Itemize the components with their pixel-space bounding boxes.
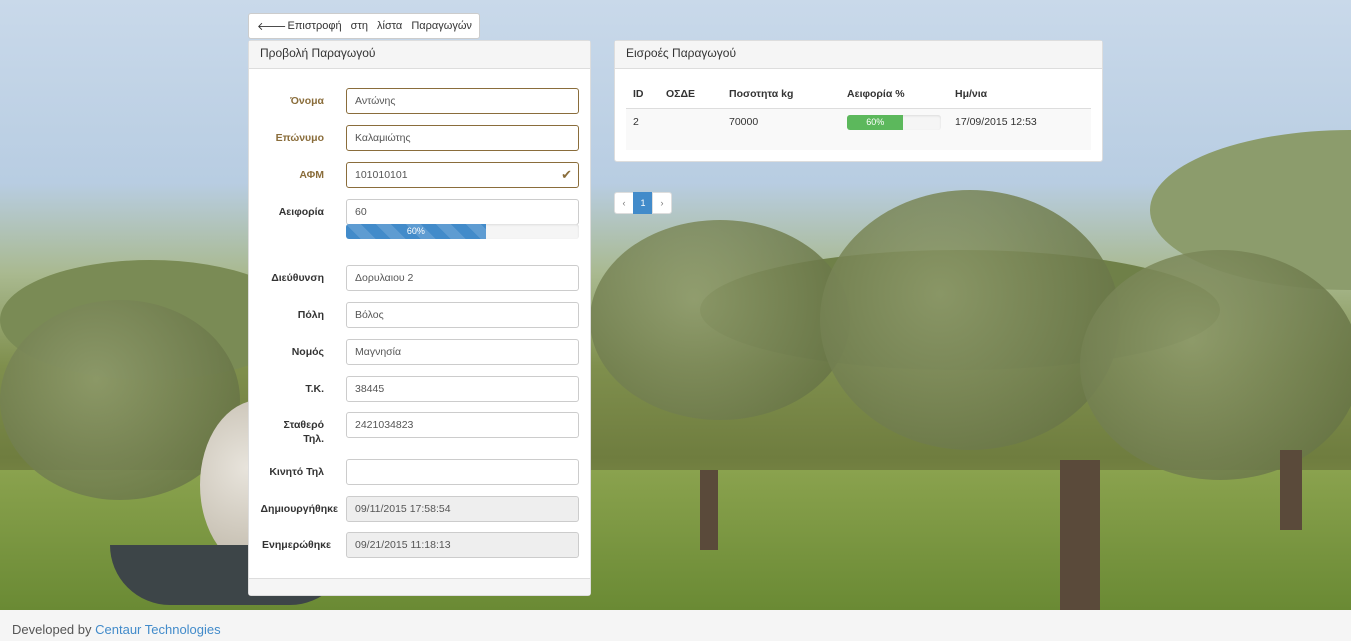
cell-id: 2 (633, 116, 639, 129)
landline-input[interactable]: 2421034823 (346, 412, 579, 438)
back-button-label: Επιστροφή στη λίστα Παραγωγών (287, 20, 472, 32)
afm-value: 101010101 (355, 169, 408, 181)
postal-code-label: Τ.Κ. (305, 383, 324, 395)
pagination-next-button[interactable]: › (652, 192, 672, 214)
sustainability-progress-bar: 60% (346, 224, 486, 239)
footer-company-link[interactable]: Centaur Technologies (95, 622, 221, 637)
cell-quantity: 70000 (729, 116, 759, 129)
first-name-input[interactable]: Αντώνης (346, 88, 579, 114)
sustainability-input[interactable]: 60 (346, 199, 579, 225)
last-name-input[interactable]: Καλαμιώτης (346, 125, 579, 151)
back-to-producers-button[interactable]: 🡐 Επιστροφή στη λίστα Παραγωγών (248, 13, 480, 39)
page-footer: Developed by Centaur Technologies (0, 610, 1351, 641)
pagination: ‹ 1 › (614, 192, 672, 214)
created-input: 09/11/2015 17:58:54 (346, 496, 579, 522)
cell-osde (659, 108, 722, 136)
mobile-label: Κινητό Τηλ (269, 466, 324, 478)
column-header-quantity: Ποσοτητα kg (722, 81, 840, 109)
postal-code-input[interactable]: 38445 (346, 376, 579, 402)
cell-date: 17/09/2015 12:53 (955, 116, 1037, 129)
table-row: 2 70000 60% 17/09/2015 12:53 (626, 108, 1091, 136)
updated-label: Ενημερώθηκε (262, 539, 331, 551)
producer-inputs-panel: Εισροές Παραγωγού ID ΟΣΔΕ Ποσοτητα kg Αε… (614, 40, 1103, 162)
panel-title: Προβολή Παραγωγού (249, 41, 590, 69)
column-header-sustainability: Αειφορία % (840, 81, 948, 109)
last-name-label: Επώνυμο (275, 132, 324, 144)
row-sustainability-progress-bar: 60% (847, 114, 904, 130)
table-footer-row (626, 136, 1091, 150)
afm-input[interactable]: 101010101 ✔ (346, 162, 579, 188)
address-label: Διεύθυνση (271, 272, 324, 284)
prefecture-input[interactable]: Μαγνησία (346, 339, 579, 365)
footer-prefix: Developed by (12, 622, 92, 637)
arrow-left-icon: 🡐 (257, 21, 287, 33)
row-sustainability-progress: 60% (847, 114, 941, 130)
inputs-table: ID ΟΣΔΕ Ποσοτητα kg Αειφορία % Ημ/νια 2 … (626, 81, 1091, 150)
prefecture-label: Νομός (291, 346, 324, 358)
column-header-id: ID (626, 81, 659, 109)
sustainability-progress: 60% (346, 224, 579, 239)
updated-input: 09/21/2015 11:18:13 (346, 532, 579, 558)
column-header-date: Ημ/νια (948, 81, 1091, 109)
pagination-page-1[interactable]: 1 (633, 192, 653, 214)
afm-label: ΑΦΜ (299, 169, 324, 181)
city-input[interactable]: Βόλος (346, 302, 579, 328)
column-header-osde: ΟΣΔΕ (659, 81, 722, 109)
checkmark-icon: ✔ (561, 167, 572, 182)
created-label: Δημιουργήθηκε (260, 503, 338, 515)
mobile-input[interactable] (346, 459, 579, 485)
pagination-prev-button[interactable]: ‹ (614, 192, 634, 214)
cell-sustainability: 60% (840, 108, 948, 136)
table-header-row: ID ΟΣΔΕ Ποσοτητα kg Αειφορία % Ημ/νια (626, 81, 1091, 109)
producer-view-panel: Προβολή Παραγωγού Όνομα Αντώνης Επώνυμο … (248, 40, 591, 596)
panel-footer (249, 578, 590, 595)
sustainability-label: Αειφορία (278, 206, 324, 218)
panel-title: Εισροές Παραγωγού (615, 41, 1102, 69)
city-label: Πόλη (297, 309, 324, 321)
address-input[interactable]: Δορυλαιου 2 (346, 265, 579, 291)
first-name-label: Όνομα (290, 95, 324, 107)
landline-label: Σταθερό Τηλ. (283, 419, 324, 445)
